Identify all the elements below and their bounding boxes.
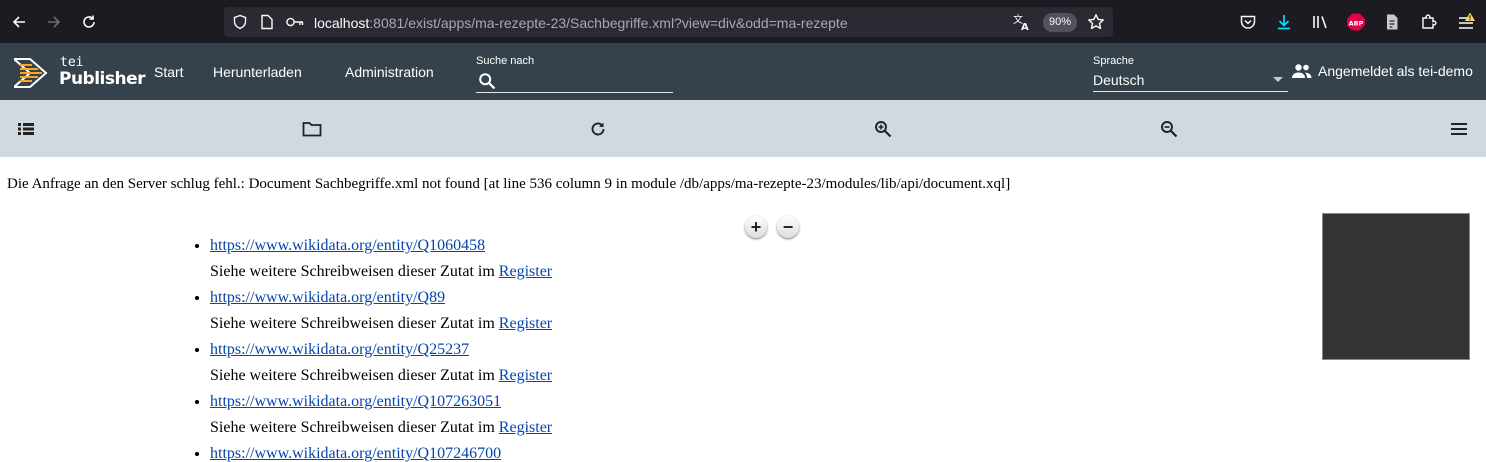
list-item: https://www.wikidata.org/entity/Q89 Sieh…	[210, 285, 552, 337]
forward-icon[interactable]	[40, 8, 68, 36]
menu-herunterladen[interactable]: Herunterladen	[213, 64, 302, 80]
entry-text: Siehe weitere Schreibweisen dieser Zutat…	[210, 419, 499, 436]
zoom-in-button[interactable]: +	[745, 216, 767, 238]
error-message: Die Anfrage an den Server schlug fehl.: …	[7, 176, 1011, 192]
adblock-icon[interactable]: ABP	[1345, 11, 1367, 33]
library-icon[interactable]	[1309, 11, 1331, 33]
list-item: https://www.wikidata.org/entity/Q1060458…	[210, 233, 552, 285]
logo-tei-text: tei	[60, 55, 84, 70]
svg-text:A: A	[1021, 22, 1029, 31]
language-select[interactable]: Deutsch	[1093, 72, 1144, 88]
list-item: https://www.wikidata.org/entity/Q1072630…	[210, 389, 552, 441]
search-label: Suche nach	[476, 55, 535, 67]
reader-icon[interactable]	[1381, 11, 1403, 33]
register-link[interactable]: Register	[499, 263, 552, 280]
shield-icon[interactable]	[232, 14, 248, 35]
logo-publisher-text: Publisher	[59, 69, 146, 89]
pocket-icon[interactable]	[1237, 11, 1259, 33]
download-icon[interactable]	[1273, 11, 1295, 33]
list-item: https://www.wikidata.org/entity/Q1072467…	[210, 441, 552, 462]
entry-link[interactable]: https://www.wikidata.org/entity/Q25237	[210, 341, 469, 358]
entry-link[interactable]: https://www.wikidata.org/entity/Q1072630…	[210, 393, 501, 410]
zoom-in-icon[interactable]	[872, 118, 894, 140]
reload-icon[interactable]	[75, 8, 103, 36]
search-input[interactable]	[476, 69, 673, 93]
tei-publisher-logo[interactable]: tei Publisher	[14, 55, 146, 90]
toc-icon[interactable]	[15, 118, 37, 140]
menu-administration[interactable]: Administration	[345, 64, 434, 80]
url-text[interactable]: localhost:8081/exist/apps/ma-rezepte-23/…	[314, 15, 848, 31]
search-icon[interactable]	[478, 72, 496, 95]
register-link[interactable]: Register	[499, 367, 552, 384]
entry-text: Siehe weitere Schreibweisen dieser Zutat…	[210, 367, 499, 384]
language-label: Sprache	[1093, 55, 1134, 67]
menu-start[interactable]: Start	[154, 64, 184, 80]
entry-link[interactable]: https://www.wikidata.org/entity/Q1060458	[210, 237, 485, 254]
register-link[interactable]: Register	[499, 419, 552, 436]
extensions-icon[interactable]	[1417, 11, 1439, 33]
language-underline	[1093, 91, 1288, 92]
translate-icon[interactable]: 文A	[1013, 13, 1031, 36]
entry-link[interactable]: https://www.wikidata.org/entity/Q89	[210, 289, 445, 306]
menu-icon[interactable]	[1448, 118, 1470, 140]
register-link[interactable]: Register	[499, 315, 552, 332]
entry-text: Siehe weitere Schreibweisen dieser Zutat…	[210, 263, 499, 280]
browser-toolbar: localhost:8081/exist/apps/ma-rezepte-23/…	[0, 0, 1486, 43]
chevron-down-icon[interactable]	[1273, 77, 1283, 82]
image-viewer-panel[interactable]	[1322, 213, 1470, 360]
login-text: Angemeldet als tei-demo	[1318, 63, 1473, 79]
adblock-label: ABP	[1349, 19, 1364, 27]
star-icon[interactable]	[1087, 13, 1105, 36]
app-menu-icon[interactable]	[1455, 11, 1477, 33]
url-path: :8081/exist/apps/ma-rezepte-23/Sachbegri…	[369, 15, 848, 31]
zoom-out-icon[interactable]	[1158, 118, 1180, 140]
entry-list: https://www.wikidata.org/entity/Q1060458…	[210, 233, 552, 462]
entry-text: Siehe weitere Schreibweisen dieser Zutat…	[210, 315, 499, 332]
entry-link[interactable]: https://www.wikidata.org/entity/Q1072467…	[210, 445, 501, 462]
refresh-icon[interactable]	[587, 118, 609, 140]
app-header: tei Publisher Start Herunterladen Admini…	[0, 43, 1486, 100]
list-item: https://www.wikidata.org/entity/Q25237 S…	[210, 337, 552, 389]
url-host: localhost	[314, 15, 370, 31]
folder-icon[interactable]	[301, 118, 323, 140]
url-bar[interactable]: localhost:8081/exist/apps/ma-rezepte-23/…	[224, 7, 1113, 37]
zoom-level-badge[interactable]: 90%	[1043, 13, 1077, 32]
login-status[interactable]: Angemeldet als tei-demo	[1291, 63, 1473, 79]
logo-stripes-icon	[14, 58, 48, 88]
page-icon[interactable]	[260, 14, 274, 35]
key-icon[interactable]	[285, 14, 305, 35]
document-toolbar	[0, 100, 1486, 157]
zoom-out-button[interactable]: −	[777, 216, 799, 238]
back-icon[interactable]	[5, 8, 33, 36]
users-icon	[1292, 64, 1312, 78]
